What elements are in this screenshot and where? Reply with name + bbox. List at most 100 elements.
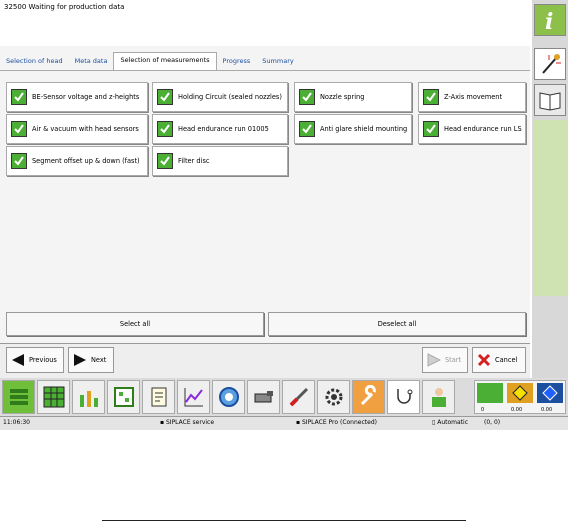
play-icon (427, 353, 441, 367)
book-icon (539, 92, 561, 111)
line-graph-icon (184, 388, 203, 407)
manual-button[interactable] (534, 84, 566, 116)
wizard-button[interactable] (534, 48, 566, 80)
arrow-right-icon (74, 354, 86, 366)
footer-rule (102, 520, 466, 521)
measurement-label: BE-Sensor voltage and z-heights (32, 93, 140, 101)
checkbox-checked-icon[interactable] (157, 89, 173, 105)
status-mode-label: Automatic (437, 419, 468, 426)
measurement-item[interactable]: Air & vacuum with head sensors (6, 114, 148, 144)
service-tool[interactable] (352, 380, 385, 414)
checkbox-checked-icon[interactable] (11, 153, 27, 169)
screwdriver-tool[interactable] (282, 380, 315, 414)
feeder-tool[interactable] (247, 380, 280, 414)
gauge-value-left: 0 (481, 407, 484, 413)
bars-tool[interactable] (72, 380, 105, 414)
measurement-item[interactable]: BE-Sensor voltage and z-heights (6, 82, 148, 112)
cancel-label: Cancel (495, 356, 518, 364)
graph-tool[interactable] (177, 380, 210, 414)
measurement-item[interactable]: Filter disc (152, 146, 288, 176)
main-panel: Selection of head Meta data Selection of… (0, 46, 530, 344)
status-pro: ▪ SIPLACE Pro (Connected) (296, 419, 377, 426)
status-coords: (0, 0) (484, 419, 501, 426)
checkbox-checked-icon[interactable] (423, 89, 439, 105)
next-button[interactable]: Next (68, 347, 114, 373)
camera-icon (218, 387, 239, 407)
measurement-item[interactable]: Anti glare shield mounting (294, 114, 412, 144)
measurement-item[interactable]: Head endurance run LS (418, 114, 526, 144)
gear-icon (325, 388, 342, 406)
tab-meta-data[interactable]: Meta data (69, 54, 114, 70)
gauge-panel: 0 0.00 0.00 (474, 380, 566, 414)
measurement-item[interactable]: Segment offset up & down (fast) (6, 146, 148, 176)
diagnosis-tool[interactable] (387, 380, 420, 414)
status-service-label: SIPLACE service (165, 419, 215, 426)
checkbox-checked-icon[interactable] (157, 153, 173, 169)
measurement-label: Z-Axis movement (444, 93, 503, 101)
tab-selection-of-head[interactable]: Selection of head (0, 54, 69, 70)
tab-bar: Selection of head Meta data Selection of… (0, 52, 300, 70)
gauge-value-right: 0.00 (541, 407, 552, 413)
checkbox-checked-icon[interactable] (299, 121, 315, 137)
notepad-icon (151, 387, 166, 407)
camera-tool[interactable] (212, 380, 245, 414)
tab-selection-of-measurements[interactable]: Selection of measurements (113, 52, 217, 70)
gauge-icons: 0 0.00 0.00 (477, 383, 563, 413)
next-label: Next (91, 356, 107, 364)
stethoscope-icon (396, 389, 412, 404)
notes-tool[interactable] (142, 380, 175, 414)
right-rail: i (532, 0, 568, 378)
arrow-left-icon (12, 354, 24, 366)
checkbox-checked-icon[interactable] (157, 121, 173, 137)
operator-tool[interactable] (422, 380, 455, 414)
screwdriver-icon (289, 387, 308, 407)
settings-tool[interactable] (317, 380, 350, 414)
status-bar: 11:06:30 ▪ SIPLACE service ▪ SIPLACE Pro… (0, 416, 568, 430)
tab-progress[interactable]: Progress (217, 54, 257, 70)
status-message-area: 32500 Waiting for production data (0, 0, 530, 46)
rail-green-panel (534, 120, 568, 296)
status-service: ▪ SIPLACE service (160, 419, 214, 426)
previous-button[interactable]: Previous (6, 347, 64, 373)
measurement-item[interactable]: Holding Circuit (sealed nozzles) (152, 82, 288, 112)
deselect-all-button[interactable]: Deselect all (268, 312, 526, 336)
start-label: Start (445, 356, 462, 364)
measurement-item[interactable]: Nozzle spring (294, 82, 412, 112)
measurement-label: Holding Circuit (sealed nozzles) (178, 93, 282, 101)
checkbox-checked-icon[interactable] (11, 89, 27, 105)
measurement-label: Anti glare shield mounting (320, 125, 408, 133)
close-icon (477, 353, 491, 367)
measurement-label: Filter disc (178, 157, 210, 165)
measurement-item[interactable]: Z-Axis movement (418, 82, 526, 112)
layout-icon (113, 387, 134, 407)
cancel-button[interactable]: Cancel (472, 347, 526, 373)
measurement-label: Air & vacuum with head sensors (32, 125, 139, 133)
status-message: 32500 Waiting for production data (4, 3, 125, 11)
svg-text:i: i (545, 9, 553, 33)
main-toolbar: 0 0.00 0.00 (0, 378, 568, 416)
grid-tool[interactable] (37, 380, 70, 414)
status-time: 11:06:30 (3, 419, 30, 426)
checkbox-checked-icon[interactable] (299, 89, 315, 105)
status-pro-label: SIPLACE Pro (Connected) (301, 419, 377, 426)
wrench-icon (360, 385, 376, 406)
tab-summary[interactable]: Summary (256, 54, 299, 70)
start-button[interactable]: Start (422, 347, 468, 373)
previous-label: Previous (29, 356, 57, 364)
status-mode: ▯ Automatic (432, 419, 468, 426)
bar-chart-icon (79, 391, 98, 407)
wand-icon (542, 54, 561, 74)
layout-tool[interactable] (107, 380, 140, 414)
measurement-item[interactable]: Head endurance run 01005 (152, 114, 288, 144)
select-all-button[interactable]: Select all (6, 312, 264, 336)
checkbox-checked-icon[interactable] (423, 121, 439, 137)
stacks-icon (9, 389, 28, 405)
measurement-label: Head endurance run LS (444, 125, 522, 133)
measurement-label: Nozzle spring (320, 93, 365, 101)
checkbox-checked-icon[interactable] (11, 121, 27, 137)
operator-icon (431, 388, 446, 407)
info-button[interactable]: i (534, 4, 566, 36)
navigation-bar: Previous Next Start Cancel (0, 344, 530, 378)
stacks-tool[interactable] (2, 380, 35, 414)
grid-icon (43, 386, 64, 408)
